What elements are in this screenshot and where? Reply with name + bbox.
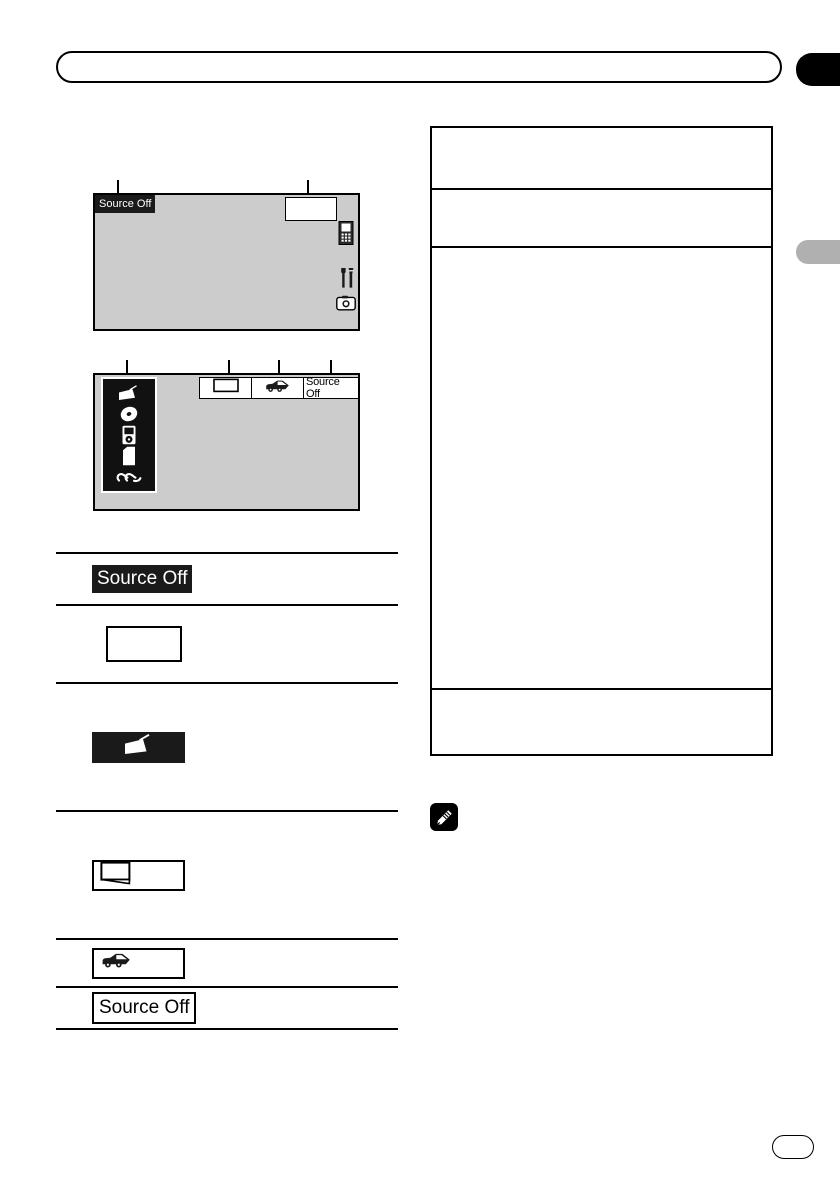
car-icon [264,379,292,398]
topbar-cell-source-off[interactable]: Source Off [304,376,358,400]
note-pencil-icon [430,803,458,831]
legend-row [56,682,398,810]
legend-row: Source Off [56,986,398,1030]
radio-source-chip [92,731,185,763]
car-chip [92,947,185,979]
empty-field [285,197,337,221]
aux-link-icon[interactable] [116,468,142,486]
legend-row [56,938,398,986]
legend-table: Source Off Source Off [56,552,398,1030]
disc-icon[interactable] [116,405,142,423]
chapter-tab-inactive[interactable] [796,240,840,264]
source-off-chip: Source Off [92,992,197,1024]
display-screen-icon [100,861,136,890]
info-table-row [432,190,771,248]
radio-icon[interactable] [116,384,142,402]
legend-row: Source Off [56,552,398,604]
page-number [772,1135,814,1159]
legend-key: Source Off [92,565,193,593]
display-screen-chip [92,859,185,891]
legend-row [56,604,398,682]
source-list-panel [101,377,157,493]
ipod-icon[interactable] [116,425,142,445]
radio-icon [122,733,156,761]
status-badge: Source Off [92,565,193,593]
empty-field-box [106,626,182,662]
car-icon [100,952,134,974]
remote-control-icon [338,221,354,250]
status-badge: Source Off [95,195,156,213]
display-screen-icon [212,378,239,398]
figure-display-source-menu: Source Off [93,373,360,511]
info-table-row [432,128,771,190]
camera-icon [336,295,356,316]
legend-key [92,947,185,979]
legend-key [92,731,185,763]
legend-row [56,810,398,938]
display-topbar: Source Off [199,376,359,400]
legend-key: Source Off [92,992,197,1024]
legend-key [92,859,185,891]
info-table [430,126,773,756]
page-header-bar [56,51,782,83]
topbar-cell-display-screen[interactable] [200,378,252,398]
topbar-cell-car[interactable] [252,378,304,398]
chapter-tab-active[interactable] [796,53,840,86]
info-table-row [432,248,771,690]
info-table-row [432,690,771,754]
sd-card-icon[interactable] [116,446,142,465]
tools-icon [338,267,356,294]
legend-key [106,626,182,662]
figure-display-source-off: Source Off [93,193,360,331]
